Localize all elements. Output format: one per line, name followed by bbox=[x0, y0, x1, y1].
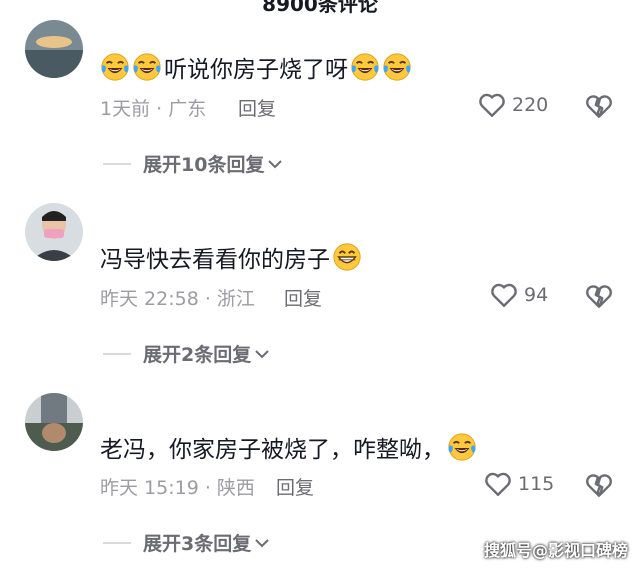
like-count: 94 bbox=[524, 284, 549, 306]
like-count: 220 bbox=[512, 94, 549, 116]
laughing-crying-emoji-icon bbox=[132, 52, 162, 82]
comment-meta: 昨天 15:19 · 陕西 bbox=[100, 477, 255, 499]
reply-button[interactable]: 回复 bbox=[276, 473, 314, 500]
grinning-emoji-icon bbox=[332, 242, 362, 272]
reply-button[interactable]: 回复 bbox=[238, 94, 276, 121]
like-button[interactable]: 94 bbox=[490, 282, 548, 308]
expand-label: 展开2条回复 bbox=[143, 344, 252, 366]
heart-icon bbox=[490, 282, 518, 308]
expand-label: 展开3条回复 bbox=[143, 533, 252, 555]
comment-text: 冯导快去看看你的房子 bbox=[100, 240, 362, 274]
chevron-down-icon bbox=[255, 349, 269, 359]
comment-text: 听说你房子烧了呀 bbox=[100, 50, 412, 84]
laughing-crying-emoji-icon bbox=[447, 432, 477, 462]
like-button[interactable]: 115 bbox=[484, 471, 554, 497]
broken-heart-icon[interactable] bbox=[585, 472, 613, 498]
laughing-crying-emoji-icon bbox=[350, 52, 380, 82]
like-button[interactable]: 220 bbox=[478, 92, 548, 118]
chevron-down-icon bbox=[268, 159, 282, 169]
avatar[interactable] bbox=[25, 393, 83, 451]
expand-replies-button[interactable]: 展开10条回复 bbox=[103, 150, 282, 177]
comment-meta: 昨天 22:58 · 浙江 bbox=[100, 288, 255, 310]
comment-count-header: 8900条评论 bbox=[262, 0, 378, 16]
heart-icon bbox=[478, 92, 506, 118]
broken-heart-icon[interactable] bbox=[585, 93, 613, 119]
watermark: 搜狐号@影视口碑榜 bbox=[483, 541, 628, 560]
comment-text: 老冯，你家房子被烧了，咋整呦， bbox=[100, 430, 477, 464]
laughing-crying-emoji-icon bbox=[100, 52, 130, 82]
like-count: 115 bbox=[518, 473, 555, 495]
comment-body: 听说你房子烧了呀 bbox=[164, 57, 348, 83]
expand-replies-button[interactable]: 展开2条回复 bbox=[103, 340, 269, 367]
comment-body: 老冯，你家房子被烧了，咋整呦， bbox=[100, 437, 445, 463]
laughing-crying-emoji-icon bbox=[382, 52, 412, 82]
comment-body: 冯导快去看看你的房子 bbox=[100, 247, 330, 273]
chevron-down-icon bbox=[255, 538, 269, 548]
expand-replies-button[interactable]: 展开3条回复 bbox=[103, 529, 269, 556]
divider-line bbox=[103, 352, 131, 355]
comment-meta: 1天前 · 广东 bbox=[100, 98, 207, 120]
broken-heart-icon[interactable] bbox=[585, 283, 613, 309]
divider-line bbox=[103, 162, 131, 165]
avatar[interactable] bbox=[25, 203, 83, 261]
heart-icon bbox=[484, 471, 512, 497]
expand-label: 展开10条回复 bbox=[143, 154, 265, 176]
divider-line bbox=[103, 541, 131, 544]
avatar[interactable] bbox=[25, 20, 83, 78]
reply-button[interactable]: 回复 bbox=[284, 284, 322, 311]
